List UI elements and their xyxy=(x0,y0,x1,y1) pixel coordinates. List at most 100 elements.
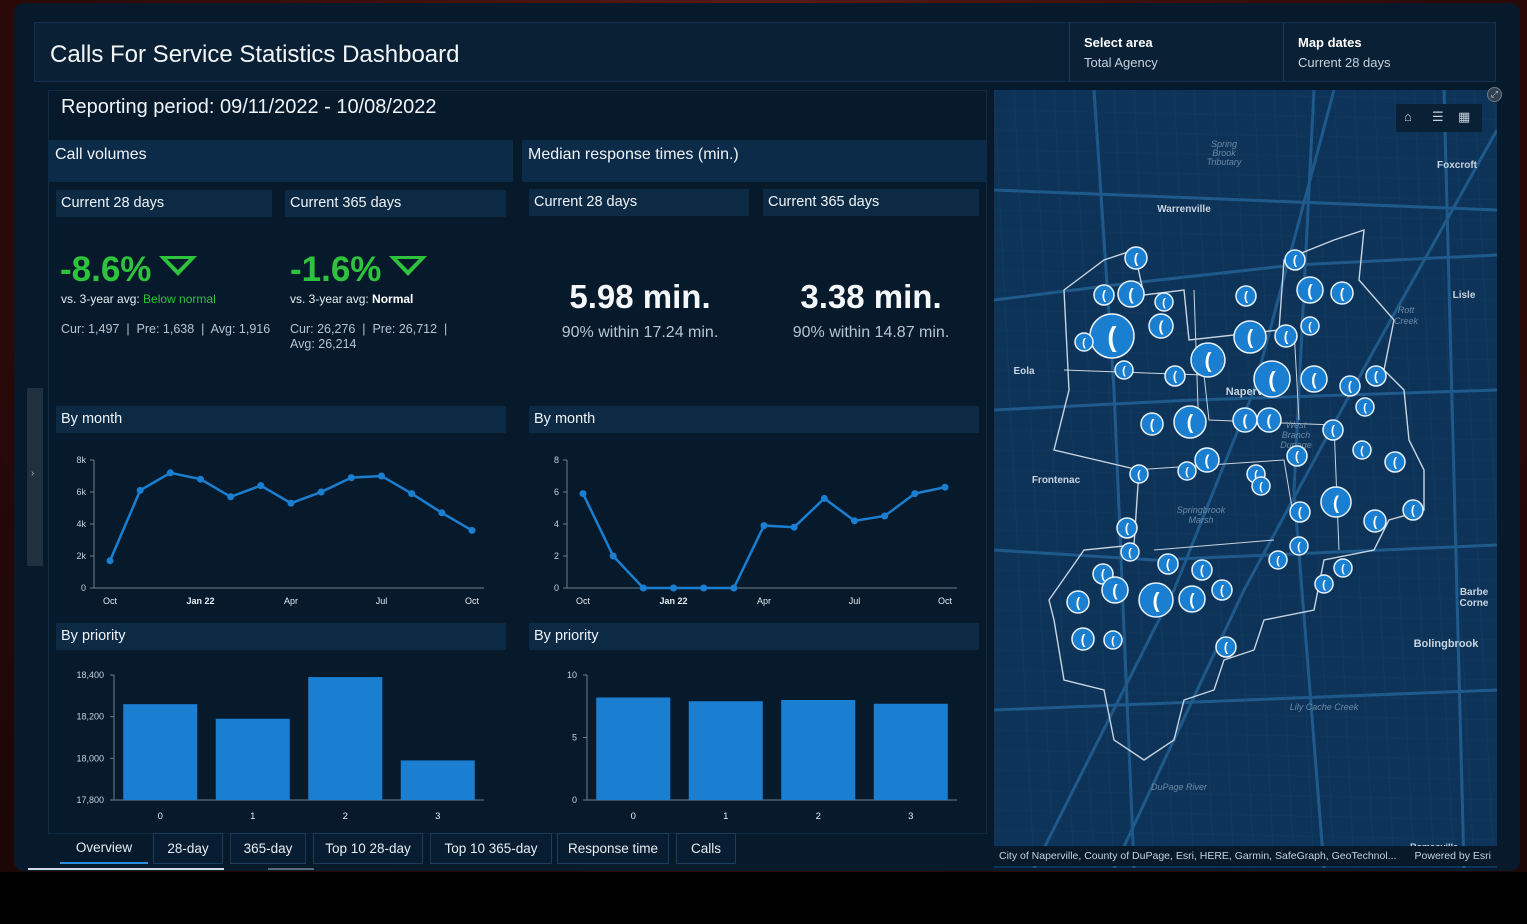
cv-28-percent: -8.6% xyxy=(60,250,198,290)
map-view[interactable]: Spring Brook Tributary Warrenville Foxcroft L… xyxy=(994,90,1497,868)
tab-top10-365-day[interactable]: Top 10 365-day xyxy=(430,833,552,864)
phone-icon: ( xyxy=(1340,286,1345,301)
map-street xyxy=(994,209,1497,221)
data-point xyxy=(317,488,325,496)
map-label: Corne xyxy=(1460,598,1489,609)
x-tick-label: 1 xyxy=(723,811,728,822)
map-label: Marsh xyxy=(1188,515,1213,525)
tab-365-day[interactable]: 365-day xyxy=(230,833,306,864)
tab-overview[interactable]: Overview xyxy=(60,833,148,864)
y-tick-label: 2k xyxy=(76,551,86,561)
data-point xyxy=(166,469,174,477)
map-dates-label: Map dates xyxy=(1298,35,1362,50)
cv-28-vs: vs. 3-year avg: Below normal xyxy=(61,292,216,306)
phone-icon: ( xyxy=(1297,541,1301,553)
cv-365-vs: vs. 3-year avg: Normal xyxy=(290,292,413,306)
cv-28-label: Current 28 days xyxy=(56,190,272,217)
data-point xyxy=(700,584,708,592)
map-street xyxy=(994,709,1497,721)
map-street xyxy=(1493,90,1497,155)
phone-icon: ( xyxy=(1185,466,1189,478)
phone-icon: ( xyxy=(1134,251,1139,266)
map-street xyxy=(1333,90,1375,868)
tab-response-time[interactable]: Response time xyxy=(557,833,669,864)
x-tick-label: Oct xyxy=(938,596,953,606)
y-tick-label: 0 xyxy=(554,583,559,593)
data-point xyxy=(438,509,446,517)
map-label: Tributary xyxy=(1207,157,1242,167)
map-street xyxy=(994,90,1035,868)
expand-icon[interactable]: ⤢ xyxy=(1487,87,1502,102)
map-street xyxy=(994,649,1497,661)
map-attribution: City of Naperville, County of DuPage, Es… xyxy=(994,846,1497,866)
phone-icon: ( xyxy=(1247,327,1254,349)
cv-priority-chart[interactable]: 17,800 18,000 18,200 18,400 0 1 2 3 xyxy=(56,665,496,825)
map-street xyxy=(994,669,1497,681)
data-point xyxy=(106,557,114,565)
y-tick-label: 8 xyxy=(554,455,559,465)
tab-scrollbar[interactable] xyxy=(28,868,224,870)
cv-month-chart[interactable]: 0 2k 4k 6k 8k Oct Jan 22 Apr Jul Oct xyxy=(56,450,496,610)
select-area-selector[interactable]: Select area Total Agency xyxy=(1069,23,1283,81)
phone-icon: ( xyxy=(1360,445,1364,457)
phone-icon: ( xyxy=(1259,481,1263,493)
call-volumes-header: Call volumes xyxy=(49,140,513,182)
phone-icon: ( xyxy=(1307,282,1313,300)
y-tick-label: 10 xyxy=(567,670,577,680)
rt-priority-chart[interactable]: 0 5 10 0 1 2 3 xyxy=(529,665,969,825)
phone-icon: ( xyxy=(1112,582,1118,600)
map-dates-value: Current 28 days xyxy=(1298,55,1391,70)
map-street xyxy=(1093,90,1135,868)
tab-calls[interactable]: Calls xyxy=(676,833,736,864)
rt-28-value: 5.98 min. xyxy=(569,278,711,315)
map-label: Bolingbrook xyxy=(1414,638,1480,650)
tab-28-day[interactable]: 28-day xyxy=(153,833,223,864)
map-label: Foxcroft xyxy=(1437,160,1478,171)
y-tick-label: 8k xyxy=(76,455,86,465)
map-dates-selector[interactable]: Map dates Current 28 days xyxy=(1283,23,1495,81)
cv-365-percent-value: -1.6% xyxy=(290,250,382,289)
bar xyxy=(400,760,475,800)
y-tick-label: 5 xyxy=(572,733,577,743)
home-icon[interactable]: ⌂ xyxy=(1404,109,1412,124)
bar xyxy=(123,704,198,800)
map-street xyxy=(994,249,1497,261)
x-tick-label: 1 xyxy=(250,811,255,822)
map-label: Rott xyxy=(1398,305,1415,315)
select-area-value: Total Agency xyxy=(1084,55,1158,70)
cv-365-stats-line1: Cur: 26,276 | Pre: 26,712 | xyxy=(290,322,448,336)
map-street xyxy=(994,729,1497,741)
x-tick-label: Jan 22 xyxy=(659,596,687,606)
y-tick-label: 4k xyxy=(76,519,86,529)
y-tick-label: 18,200 xyxy=(76,712,104,722)
map-label: DuPage River xyxy=(1151,782,1208,792)
phone-icon: ( xyxy=(1333,492,1340,513)
side-panel-toggle[interactable]: › xyxy=(27,388,43,566)
list-icon[interactable]: ☰ xyxy=(1432,109,1444,125)
phone-icon: ( xyxy=(1284,329,1289,344)
map-label: Springbrook xyxy=(1177,505,1226,515)
x-tick-label: Oct xyxy=(103,596,118,606)
phone-icon: ( xyxy=(1373,514,1378,529)
dashboard-header: Calls For Service Statistics Dashboard S… xyxy=(34,22,1496,82)
rt-month-chart[interactable]: 0 2 4 6 8 Oct Jan 22 Apr Jul Oct xyxy=(529,450,969,610)
map-canvas[interactable]: SpringBrookTributaryWarrenvilleFoxcroftL… xyxy=(994,90,1497,868)
data-point xyxy=(760,522,768,530)
y-tick-label: 6 xyxy=(554,487,559,497)
map-street xyxy=(994,609,1497,621)
phone-icon: ( xyxy=(1267,412,1272,429)
map-street xyxy=(994,369,1497,381)
x-tick-label: 0 xyxy=(158,811,163,822)
cv-365-stats: Cur: 26,276 | Pre: 26,712 | Avg: 26,214 xyxy=(290,322,447,352)
x-tick-label: 0 xyxy=(631,811,636,822)
tab-top10-28-day[interactable]: Top 10 28-day xyxy=(313,833,423,864)
phone-icon: ( xyxy=(1187,412,1194,434)
x-tick-label: Apr xyxy=(284,596,298,606)
grid-icon[interactable]: ▦ xyxy=(1458,109,1470,125)
reporting-period: Reporting period: 09/11/2022 - 10/08/202… xyxy=(61,96,437,118)
x-tick-label: Apr xyxy=(757,596,771,606)
y-tick-label: 17,800 xyxy=(76,795,104,805)
powered-by-esri[interactable]: Powered by Esri xyxy=(1415,850,1491,862)
rt-365-sub: 90% within 14.87 min. xyxy=(792,324,950,341)
map-label: West xyxy=(1286,420,1307,430)
